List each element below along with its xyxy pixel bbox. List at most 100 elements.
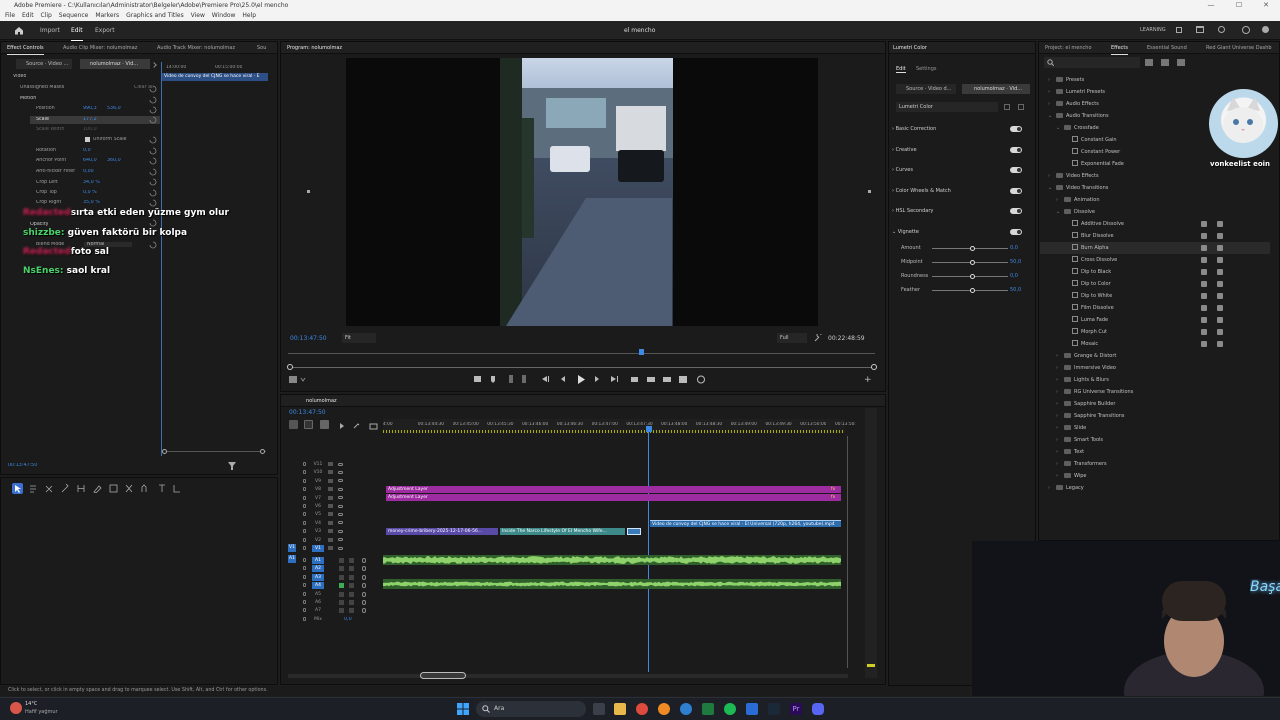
audio-track-label[interactable]: A5 [312,591,324,598]
lock-icon[interactable] [303,495,306,500]
video-track-label[interactable]: V1 [312,545,324,552]
video-track-label[interactable]: V9 [312,478,324,485]
lock-icon[interactable] [303,478,306,483]
crop-top-value[interactable]: 0,0 % [83,190,97,195]
solo-button[interactable] [349,608,354,614]
mute-button[interactable] [339,591,344,597]
effects-tree-item[interactable]: › Video Effects [1040,170,1270,182]
microphone-icon[interactable] [362,574,366,580]
lock-icon[interactable] [303,537,306,542]
home-icon[interactable] [14,26,24,35]
workspace-learning[interactable]: LEARNING [1140,21,1166,40]
windows-start-icon[interactable] [457,703,469,715]
audio-track-label[interactable]: Mix [312,616,324,623]
vignette-value[interactable]: 50,0 [1010,287,1021,293]
sync-lock-icon[interactable] [328,478,333,483]
menu-view[interactable]: View [191,12,205,19]
chevron-right-icon[interactable]: › [1048,98,1056,110]
menu-window[interactable]: Window [212,12,236,19]
video-track-label[interactable]: V8 [312,486,324,493]
timeline-v-scrollbar[interactable] [847,436,848,668]
eye-icon[interactable] [338,462,343,466]
snap-icon[interactable] [289,420,298,429]
effects-tree-item[interactable]: › RG Universe Transitions [1040,386,1270,398]
rotation-value[interactable]: 0,0 [83,148,91,153]
timeline-timecode[interactable]: 00:13:47:50 [289,409,326,416]
effects-tree-item[interactable]: › Presets [1040,74,1270,86]
tab-effect-controls[interactable]: Effect Controls [7,42,44,55]
effects-tree-item[interactable]: › Lights & Blurs [1040,374,1270,386]
effects-tree-item[interactable]: Film Dissolve [1040,302,1270,314]
file-explorer-icon[interactable] [614,703,626,715]
zoom-fit-dropdown[interactable]: Fit [342,333,376,343]
add-button-icon[interactable]: + [864,375,872,385]
menu-markers[interactable]: Markers [95,12,119,19]
vignette-slider-knob[interactable] [970,273,975,279]
menu-edit[interactable]: Edit [22,12,34,19]
eye-icon[interactable] [338,496,343,500]
lumetri-tab-settings[interactable]: Settings [916,66,937,72]
lock-icon[interactable] [303,566,306,571]
eye-icon[interactable] [338,529,343,533]
chevron-right-icon[interactable]: › [1056,446,1064,458]
video-clip-convoy[interactable]: Video de convoy del CJNG se hace viral ·… [650,520,841,527]
effects-tree-item[interactable]: › Transformers [1040,458,1270,470]
sync-lock-icon[interactable] [328,529,333,534]
anchor-y[interactable]: 360,0 [107,158,121,163]
hsl-secondary-toggle[interactable] [1010,208,1022,214]
video-track-label[interactable]: V6 [312,503,324,510]
effects-tree-item[interactable]: › Immersive Video [1040,362,1270,374]
steam-icon[interactable] [768,703,780,715]
chevron-down-icon[interactable]: ⌄ [1056,206,1064,218]
eye-icon[interactable] [338,512,343,516]
section-hsl-secondary[interactable]: › HSL Secondary [892,208,933,214]
video-track-label[interactable]: V5 [312,511,324,518]
chevron-right-icon[interactable]: › [1048,170,1056,182]
effects-tree-item[interactable]: › Sapphire Builder [1040,398,1270,410]
video-track-label[interactable]: V10 [312,469,324,476]
menu-sequence[interactable]: Sequence [59,12,89,19]
tab-audio-track-mixer[interactable]: Audio Track Mixer: nolumolmaz [157,42,235,54]
program-timecode[interactable]: 00:13:47:50 [290,335,327,342]
microphone-icon[interactable] [362,558,366,563]
chevron-right-icon[interactable]: › [1056,362,1064,374]
selection-tool[interactable] [12,483,23,494]
lock-icon[interactable] [303,512,306,517]
yuv-effects-icon[interactable] [1177,59,1185,66]
chevron-right-icon[interactable]: › [1056,458,1064,470]
menu-help[interactable]: Help [242,12,256,19]
32bit-effects-icon[interactable] [1161,59,1169,66]
chevron-right-icon[interactable]: › [1048,86,1056,98]
eye-icon[interactable] [338,504,343,508]
anti-flicker-value[interactable]: 0,00 [83,169,94,174]
tab-program[interactable]: Program: nolumolmaz [287,42,342,54]
ec-timecode[interactable]: 00:13:47:50 [8,463,37,468]
sync-lock-icon[interactable] [328,487,333,492]
position-y[interactable]: 536,0 [107,106,121,111]
lock-icon[interactable] [303,520,306,525]
lock-icon[interactable] [303,574,306,579]
effects-tree-item[interactable]: › Text [1040,446,1270,458]
microphone-icon[interactable] [362,600,366,605]
crop-left-value[interactable]: 34,0 % [83,180,100,185]
scale-width-value[interactable]: 100,0 [83,127,97,132]
transport-controls[interactable] [474,374,710,385]
ec-playhead[interactable] [161,62,162,456]
sequence-selector[interactable]: nolumolmaz · Vid... [80,59,150,69]
fullscreen-icon[interactable] [1218,26,1225,33]
source-patch-a1[interactable]: A1 [288,555,296,563]
crop-right-value[interactable]: 35,0 % [83,200,100,205]
position-x[interactable]: 990,3 [83,106,97,111]
color-wheels-toggle[interactable] [1010,188,1022,194]
effects-tree-item[interactable]: › Legacy [1040,482,1270,494]
effects-tree-item[interactable]: ⌄ Video Transitions [1040,182,1270,194]
video-clip-small[interactable] [627,528,641,535]
mute-button[interactable] [339,558,344,563]
section-vignette[interactable]: ⌄ Vignette [892,229,919,235]
effects-tree-item[interactable]: Burn Alpha [1040,242,1270,254]
add-marker-icon[interactable] [320,420,329,429]
tab-edit[interactable]: Edit [71,21,83,41]
curves-toggle[interactable] [1010,167,1022,173]
effects-tree-item[interactable]: › Sapphire Transitions [1040,410,1270,422]
spotify-icon[interactable] [724,703,736,715]
